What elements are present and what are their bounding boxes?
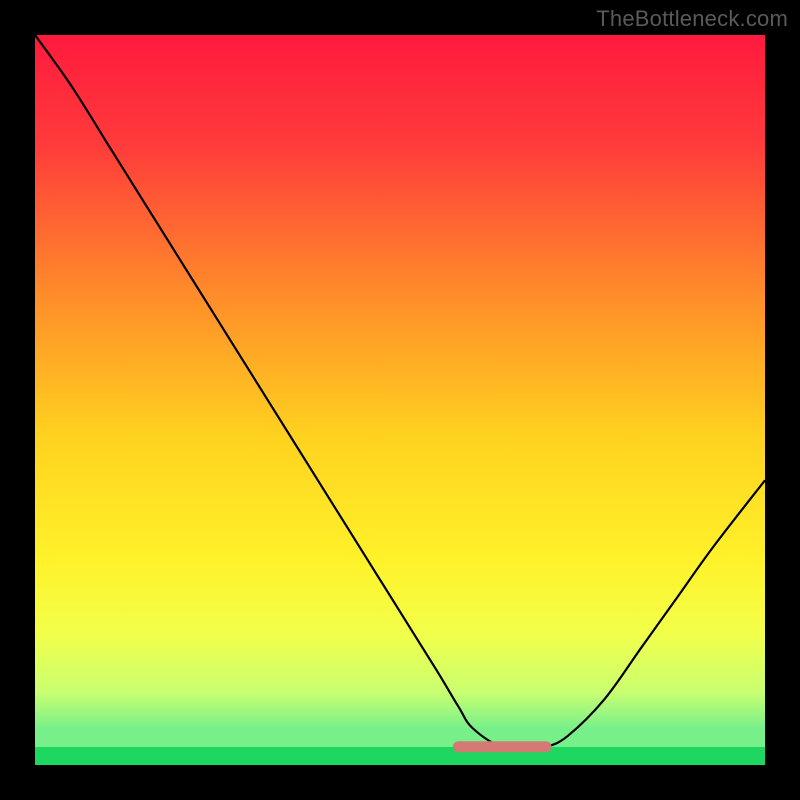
chart-frame: TheBottleneck.com <box>0 0 800 800</box>
plot-area <box>35 35 765 765</box>
attribution-watermark: TheBottleneck.com <box>596 6 788 32</box>
bottleneck-curve <box>35 35 765 748</box>
curve-layer <box>35 35 765 765</box>
